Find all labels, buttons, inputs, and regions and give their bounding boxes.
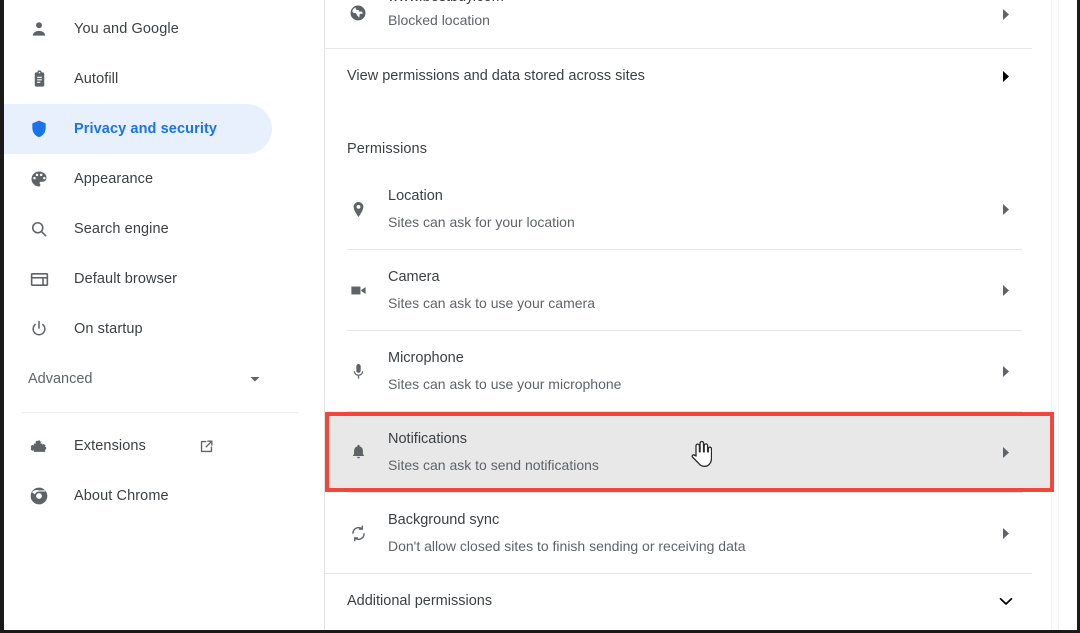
sidebar-item-search-engine[interactable]: Search engine <box>4 204 272 254</box>
microphone-icon <box>347 362 369 381</box>
permission-subtitle: Sites can ask to send notifications <box>388 457 599 473</box>
sidebar-item-label: Autofill <box>74 71 119 87</box>
browser-window-icon <box>28 268 50 290</box>
settings-content-panel: www.bestbuy.com Blocked location View pe… <box>325 0 1077 630</box>
chevron-right-icon[interactable] <box>998 282 1014 298</box>
globe-icon <box>347 4 369 22</box>
permission-subtitle: Sites can ask for your location <box>388 214 575 230</box>
permission-text: Microphone Sites can ask to use your mic… <box>388 348 998 394</box>
sidebar-item-label: You and Google <box>74 21 179 37</box>
palette-icon <box>28 168 50 190</box>
sidebar-advanced-toggle[interactable]: Advanced <box>4 354 324 404</box>
permission-title: Microphone <box>388 350 464 366</box>
sidebar-item-you-and-google[interactable]: You and Google <box>4 4 272 54</box>
sidebar-item-extensions[interactable]: Extensions <box>4 421 298 471</box>
sidebar-item-label: Search engine <box>74 221 169 237</box>
sidebar-item-label: Privacy and security <box>74 121 218 137</box>
permission-subtitle: Don't allow closed sites to finish sendi… <box>388 538 746 554</box>
permission-text: Location Sites can ask for your location <box>388 186 998 232</box>
video-camera-icon <box>347 281 369 300</box>
bell-icon <box>347 443 369 462</box>
site-exception-text: www.bestbuy.com Blocked location <box>388 0 998 30</box>
chevron-right-icon[interactable] <box>998 201 1014 217</box>
permission-title: Location <box>388 188 443 204</box>
chevron-right-icon[interactable] <box>998 6 1014 22</box>
content-inner: www.bestbuy.com Blocked location View pe… <box>325 0 1054 628</box>
chrome-logo-icon <box>28 485 50 507</box>
chevron-right-icon[interactable] <box>998 525 1014 541</box>
permission-row-camera[interactable]: Camera Sites can ask to use your camera <box>325 250 1054 330</box>
permission-text: Notifications Sites can ask to send noti… <box>388 429 998 475</box>
sidebar-item-appearance[interactable]: Appearance <box>4 154 272 204</box>
permission-title: Background sync <box>388 512 500 528</box>
sidebar-item-label: Extensions <box>74 438 146 454</box>
power-icon <box>28 318 50 340</box>
sidebar-item-default-browser[interactable]: Default browser <box>4 254 272 304</box>
site-exception-row-bestbuy[interactable]: www.bestbuy.com Blocked location <box>325 0 1054 48</box>
permission-text: Background sync Don't allow closed sites… <box>388 510 998 556</box>
permission-text: Camera Sites can ask to use your camera <box>388 267 998 313</box>
location-pin-icon <box>347 200 369 219</box>
site-exception-name: www.bestbuy.com <box>388 0 998 6</box>
chevron-down-icon[interactable] <box>998 593 1014 609</box>
sidebar-item-label: On startup <box>74 321 143 337</box>
view-permissions-row[interactable]: View permissions and data stored across … <box>325 49 1054 103</box>
chevron-right-icon[interactable] <box>998 68 1014 84</box>
chrome-settings-window: You and Google Autofill Privacy and secu… <box>0 0 1080 633</box>
chevron-right-icon[interactable] <box>998 444 1014 460</box>
permission-title: Notifications <box>388 431 467 447</box>
additional-permissions-row[interactable]: Additional permissions <box>325 574 1054 628</box>
caret-down-icon <box>248 372 262 386</box>
permission-row-microphone[interactable]: Microphone Sites can ask to use your mic… <box>325 331 1054 411</box>
settings-sidebar: You and Google Autofill Privacy and secu… <box>4 0 325 630</box>
sidebar-item-autofill[interactable]: Autofill <box>4 54 272 104</box>
sidebar-item-label: Default browser <box>74 271 178 287</box>
permissions-section-heading: Permissions <box>347 141 428 157</box>
sidebar-item-label: Appearance <box>74 171 154 187</box>
sidebar-item-label: About Chrome <box>74 488 169 504</box>
sidebar-item-about-chrome[interactable]: About Chrome <box>4 471 272 521</box>
permission-row-notifications[interactable]: Notifications Sites can ask to send noti… <box>325 412 1054 492</box>
sidebar-item-on-startup[interactable]: On startup <box>4 304 272 354</box>
view-permissions-label: View permissions and data stored across … <box>347 68 645 84</box>
permission-subtitle: Sites can ask to use your camera <box>388 295 595 311</box>
external-link-icon[interactable] <box>198 438 215 455</box>
search-icon <box>28 218 50 240</box>
puzzle-piece-icon <box>28 435 50 457</box>
sidebar-divider <box>22 412 298 413</box>
site-exception-status: Blocked location <box>388 12 490 28</box>
shield-icon <box>28 118 50 140</box>
additional-permissions-label: Additional permissions <box>347 593 493 609</box>
person-icon <box>28 18 50 40</box>
sidebar-advanced-label: Advanced <box>28 371 93 387</box>
permission-title: Camera <box>388 269 440 285</box>
sync-icon <box>347 524 369 543</box>
sidebar-item-privacy-and-security[interactable]: Privacy and security <box>4 104 272 154</box>
chevron-right-icon[interactable] <box>998 363 1014 379</box>
permission-row-location[interactable]: Location Sites can ask for your location <box>325 169 1054 249</box>
clipboard-icon <box>28 68 50 90</box>
permission-row-background-sync[interactable]: Background sync Don't allow closed sites… <box>325 493 1054 573</box>
permission-subtitle: Sites can ask to use your microphone <box>388 376 622 392</box>
